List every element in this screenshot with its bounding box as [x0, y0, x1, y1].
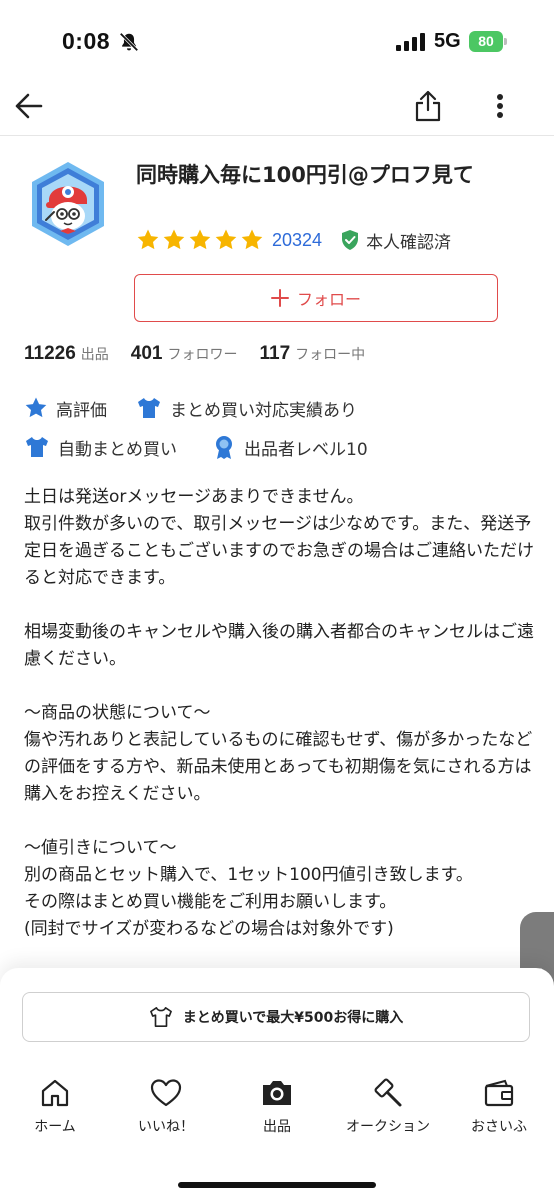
share-icon [415, 90, 441, 122]
badge-label: 高評価 [56, 400, 107, 421]
share-button[interactable] [408, 84, 448, 128]
tab-label: 出品 [263, 1119, 291, 1135]
star-icon [25, 397, 47, 418]
back-button[interactable] [10, 86, 48, 126]
star-icon [189, 229, 211, 250]
stat-following[interactable]: 117 フォロー中 [260, 343, 366, 365]
shirt-icon [138, 398, 160, 418]
more-vertical-icon [497, 94, 503, 118]
tab-label: オークション [346, 1119, 430, 1135]
follow-label: フォロー [296, 290, 361, 309]
star-icon [137, 229, 159, 250]
home-indicator [178, 1182, 376, 1188]
tab-home[interactable]: ホーム [0, 1076, 110, 1148]
tab-label: おさいふ [471, 1119, 527, 1135]
stat-listings[interactable]: 11226 出品 [24, 343, 109, 365]
arrow-left-icon [15, 93, 43, 119]
badge-label: 出品者レベル10 [244, 439, 368, 460]
stat-label: フォロワー [167, 347, 238, 363]
battery-icon: 80 [469, 31, 507, 52]
rating-row[interactable]: 20324 本人確認済 [136, 226, 451, 254]
tab-label: いいね！ [138, 1119, 194, 1135]
nav-bar [0, 80, 554, 136]
stat-label: 出品 [80, 347, 109, 363]
tab-wallet[interactable]: おさいふ [444, 1076, 554, 1148]
stats-row: 11226 出品 401 フォロワー 117 フォロー中 [24, 343, 365, 371]
plus-icon [270, 289, 289, 307]
star-icon [163, 229, 185, 250]
badge-auto-bulk: 自動まとめ買い [24, 432, 177, 462]
heart-icon [150, 1079, 182, 1107]
profile-description: 土日は発送orメッセージあまりできません。 取引件数が多いので、取引メッセージは… [24, 487, 534, 939]
rating-stars [136, 228, 264, 252]
medal-icon [216, 436, 232, 459]
shield-check-icon [342, 230, 359, 250]
tab-likes[interactable]: いいね！ [111, 1076, 221, 1148]
tab-label: ホーム [34, 1119, 76, 1135]
star-icon [241, 229, 263, 250]
battery-level: 80 [478, 33, 494, 49]
verified-badge: 本人確認済 [340, 228, 451, 253]
follow-button[interactable]: フォロー [134, 274, 498, 322]
signal-icon [396, 33, 425, 51]
bell-off-icon [119, 32, 139, 52]
tab-bar: ホーム いいね！ 出品 オークション おさいふ [0, 1076, 554, 1148]
more-button[interactable] [484, 84, 516, 128]
badge-high-rating: 高評価 [24, 393, 107, 423]
profile-name: 同時購入毎に100円引@プロフ見て [136, 163, 474, 187]
stat-label: フォロー中 [295, 347, 366, 363]
network-type: 5G [434, 30, 461, 52]
stat-value: 11226 [24, 343, 76, 364]
stat-value: 401 [130, 343, 163, 364]
status-bar: 0:08 5G 80 [0, 0, 554, 80]
bulk-buy-button[interactable]: まとめ買いで最大¥500お得に購入 [22, 992, 530, 1042]
stat-followers[interactable]: 401 フォロワー [131, 343, 238, 365]
wallet-icon [484, 1079, 514, 1107]
tab-sell[interactable]: 出品 [222, 1076, 332, 1148]
badge-label: 自動まとめ買い [58, 439, 177, 460]
badge-seller-level: 出品者レベル10 [212, 432, 368, 462]
home-icon [41, 1079, 69, 1107]
shirt-outline-icon [149, 1007, 172, 1027]
shirt-icon [26, 437, 48, 457]
tab-auction[interactable]: オークション [333, 1076, 443, 1148]
badge-label: まとめ買い対応実績あり [170, 400, 357, 421]
status-time: 0:08 [62, 28, 111, 54]
bulk-buy-label: まとめ買いで最大¥500お得に購入 [182, 1010, 404, 1026]
verified-label: 本人確認済 [366, 232, 452, 253]
bottom-sheet: まとめ買いで最大¥500お得に購入 ホーム いいね！ 出品 オークション おさい… [0, 968, 554, 1200]
badge-bulk-record: まとめ買い対応実績あり [136, 393, 357, 423]
camera-icon [263, 1081, 291, 1105]
star-icon [215, 229, 237, 250]
stat-value: 117 [259, 343, 291, 364]
rating-count[interactable]: 20324 [272, 230, 322, 251]
gavel-icon [374, 1078, 402, 1107]
avatar[interactable] [24, 160, 112, 248]
